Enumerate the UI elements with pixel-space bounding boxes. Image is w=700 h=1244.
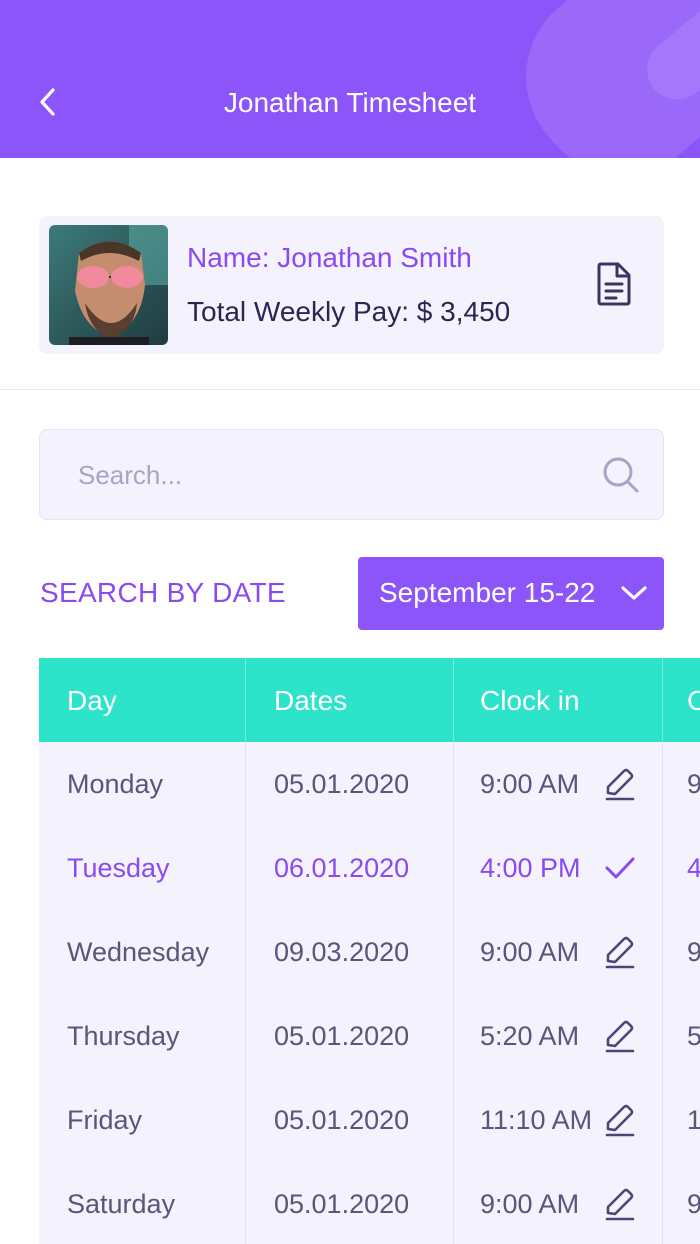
check-button[interactable] bbox=[602, 850, 638, 886]
date-range-dropdown[interactable]: September 15-22 bbox=[358, 557, 664, 630]
cell-clock-out: 5 bbox=[663, 994, 700, 1078]
clock-in-value: 9:00 AM bbox=[480, 769, 580, 799]
cell-date: 06.01.2020 bbox=[246, 826, 454, 910]
edit-button[interactable] bbox=[602, 1018, 638, 1054]
edit-button[interactable] bbox=[602, 1102, 638, 1138]
cell-clock-out: 9 bbox=[663, 742, 700, 826]
edit-button[interactable] bbox=[602, 1186, 638, 1222]
cell-day: Monday bbox=[39, 742, 246, 826]
cell-date: 05.01.2020 bbox=[246, 742, 454, 826]
table-row[interactable]: Wednesday09.03.2020 9:00 AM 9 bbox=[39, 910, 700, 995]
cell-clock-out: 4 bbox=[663, 826, 700, 910]
edit-icon bbox=[602, 1188, 638, 1226]
cell-day: Wednesday bbox=[39, 910, 246, 994]
employee-name: Name: Jonathan Smith bbox=[187, 242, 472, 273]
search-by-date-label: SEARCH BY DATE bbox=[40, 577, 286, 608]
cell-date: 05.01.2020 bbox=[246, 994, 454, 1078]
check-icon bbox=[602, 857, 638, 890]
cell-clock-out: 1 bbox=[663, 1078, 700, 1162]
cell-clock-out: 9 bbox=[663, 910, 700, 994]
edit-button[interactable] bbox=[602, 934, 638, 970]
table-row[interactable]: Friday05.01.2020 11:10 AM 1 bbox=[39, 1078, 700, 1163]
clock-in-value: 9:00 AM bbox=[480, 937, 580, 967]
document-button[interactable] bbox=[594, 262, 634, 306]
app-header: Jonathan Timesheet bbox=[0, 0, 700, 158]
divider bbox=[0, 389, 700, 390]
date-range-value: September 15-22 bbox=[379, 577, 596, 608]
cell-date: 05.01.2020 bbox=[246, 1162, 454, 1244]
cell-date: 09.03.2020 bbox=[246, 910, 454, 994]
cell-day: Friday bbox=[39, 1078, 246, 1162]
cell-date: 05.01.2020 bbox=[246, 1078, 454, 1162]
profile-card: Name: Jonathan Smith Total Weekly Pay: $… bbox=[39, 216, 664, 354]
column-header-clock-out[interactable]: C bbox=[663, 658, 700, 742]
edit-icon bbox=[602, 1020, 638, 1058]
edit-button[interactable] bbox=[602, 766, 638, 802]
chevron-down-icon bbox=[621, 586, 647, 600]
table-row[interactable]: Monday05.01.2020 9:00 AM 9 bbox=[39, 742, 700, 827]
table-row[interactable]: Saturday05.01.2020 9:00 AM 9 bbox=[39, 1162, 700, 1244]
cell-day: Tuesday bbox=[39, 826, 246, 910]
search-box[interactable] bbox=[39, 429, 664, 520]
table-header: Day Dates Clock in C bbox=[39, 658, 700, 742]
clock-in-value: 11:10 AM bbox=[480, 1105, 593, 1135]
clock-in-value: 5:20 AM bbox=[480, 1021, 580, 1051]
edit-icon bbox=[602, 1104, 638, 1142]
table-row[interactable]: Tuesday06.01.2020 4:00 PM 4 bbox=[39, 826, 700, 911]
avatar bbox=[49, 225, 168, 345]
column-header-clock-in[interactable]: Clock in bbox=[454, 658, 663, 742]
page-title: Jonathan Timesheet bbox=[223, 87, 477, 118]
cell-day: Thursday bbox=[39, 994, 246, 1078]
cell-day: Saturday bbox=[39, 1162, 246, 1244]
column-header-day[interactable]: Day bbox=[39, 658, 246, 742]
edit-icon bbox=[602, 768, 638, 806]
edit-icon bbox=[602, 936, 638, 974]
search-icon[interactable] bbox=[602, 456, 640, 494]
clock-in-value: 9:00 AM bbox=[480, 1189, 580, 1219]
search-input[interactable] bbox=[76, 452, 580, 498]
timesheet-table[interactable]: Day Dates Clock in C Monday 05.01.2020 9:0… bbox=[39, 658, 700, 1244]
column-header-dates[interactable]: Dates bbox=[246, 658, 454, 742]
clock-in-value: 4:00 PM bbox=[480, 853, 581, 883]
table-row[interactable]: Thursday05.01.2020 5:20 AM 5 bbox=[39, 994, 700, 1079]
weekly-pay: Total Weekly Pay: $ 3,450 bbox=[187, 296, 511, 327]
cell-clock-out: 9 bbox=[663, 1162, 700, 1244]
document-icon bbox=[597, 262, 631, 306]
